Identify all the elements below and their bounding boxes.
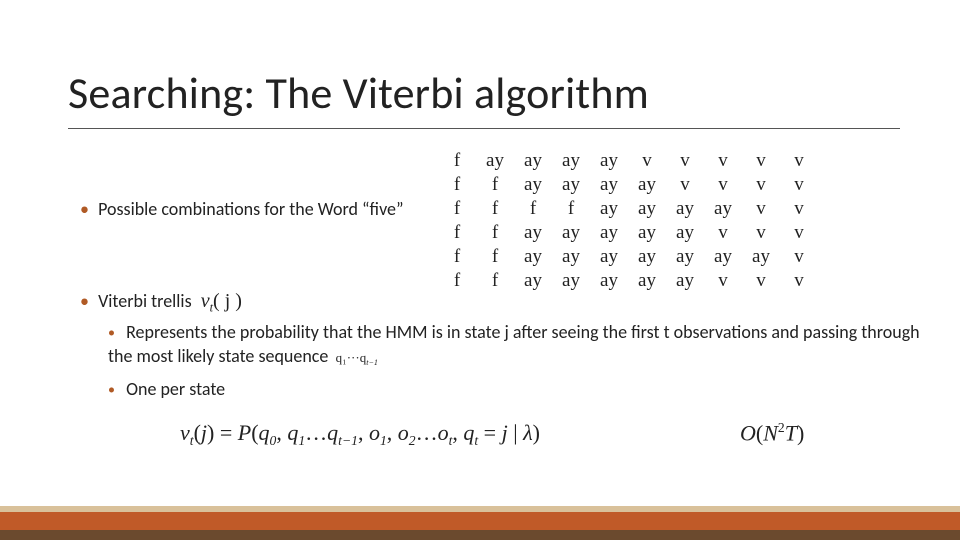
table-cell: ay <box>590 246 628 270</box>
title-block: Searching: The Viterbi algorithm <box>68 66 900 137</box>
math-sub: t−1 <box>366 358 378 367</box>
bullet-dot-icon: • <box>80 290 94 312</box>
math-arg: ( j ) <box>213 290 242 312</box>
table-cell: v <box>704 270 742 294</box>
table-cell: f <box>438 174 476 198</box>
table-cell: f <box>514 198 552 222</box>
table-cell: ay <box>704 246 742 270</box>
table-cell: v <box>780 150 818 174</box>
math-vtj: vt( j ) <box>196 290 242 312</box>
bullet-text: Viterbi trellis <box>98 290 192 312</box>
table-cell: ay <box>552 222 590 246</box>
table-cell: f <box>438 150 476 174</box>
table-cell: ay <box>476 150 514 174</box>
table-cell: ay <box>552 174 590 198</box>
table-cell: f <box>476 198 514 222</box>
bullet-possible-combinations: • Possible combinations for the Word “fi… <box>80 198 404 220</box>
table-row: ffayayayayayvvv <box>438 270 818 294</box>
table-cell: v <box>780 198 818 222</box>
math-sym: q₁···q <box>336 350 367 365</box>
table-cell: v <box>780 246 818 270</box>
bullet-text: Represents the probability that the HMM … <box>108 321 920 367</box>
table-cell: f <box>438 198 476 222</box>
table-row: ffffayayayayvv <box>438 198 818 222</box>
table-cell: ay <box>514 174 552 198</box>
table-cell: ay <box>742 246 780 270</box>
table-cell: ay <box>514 222 552 246</box>
table-cell: v <box>780 174 818 198</box>
table-cell: ay <box>628 270 666 294</box>
slide-title: Searching: The Viterbi algorithm <box>68 66 900 120</box>
table-row: ffayayayayayayayv <box>438 246 818 270</box>
table-cell: f <box>438 270 476 294</box>
bullet-dot-icon: • <box>108 381 122 398</box>
bullet-text: One per state <box>126 378 225 400</box>
combinations-table: fayayayayvvvvvffayayayayvvvvffffayayayay… <box>438 150 818 294</box>
band-brown <box>0 530 960 540</box>
table-cell: ay <box>514 270 552 294</box>
table-cell: v <box>704 222 742 246</box>
table-cell: v <box>742 150 780 174</box>
table-cell: f <box>438 222 476 246</box>
math-qseq: q₁···qt−1 <box>332 350 377 365</box>
footer-band <box>0 506 960 540</box>
band-orange <box>0 512 960 530</box>
table-cell: ay <box>552 270 590 294</box>
bullet-dot-icon: • <box>108 324 122 343</box>
table-cell: v <box>704 174 742 198</box>
table-cell: ay <box>552 150 590 174</box>
bullet-description: • Represents the probability that the HM… <box>108 320 920 369</box>
bullet-dot-icon: • <box>80 198 94 220</box>
table-row: ffayayayayvvvv <box>438 174 818 198</box>
table-cell: ay <box>666 222 704 246</box>
table-cell: v <box>666 174 704 198</box>
table-row: fayayayayvvvvv <box>438 150 818 174</box>
table-cell: f <box>438 246 476 270</box>
table-cell: v <box>742 270 780 294</box>
table-cell: v <box>704 150 742 174</box>
table-cell: v <box>742 174 780 198</box>
table-cell: f <box>476 222 514 246</box>
table-cell: ay <box>590 198 628 222</box>
table-cell: ay <box>514 246 552 270</box>
table-cell: f <box>476 270 514 294</box>
table-cell: f <box>476 246 514 270</box>
bullet-one-per-state: • One per state <box>108 378 225 400</box>
table-cell: ay <box>666 198 704 222</box>
math-sym: v <box>201 290 210 312</box>
table-cell: ay <box>628 222 666 246</box>
bullet-viterbi-trellis: • Viterbi trellis vt( j ) <box>80 290 242 315</box>
table-cell: ay <box>628 198 666 222</box>
slide: Searching: The Viterbi algorithm fayayay… <box>0 0 960 540</box>
bullet-text: Possible combinations for the Word “five… <box>98 198 403 220</box>
table-cell: f <box>552 198 590 222</box>
table-cell: f <box>476 174 514 198</box>
table-cell: ay <box>590 174 628 198</box>
table-cell: ay <box>514 150 552 174</box>
equation-bigO: O(N2T) <box>740 420 804 446</box>
table-cell: ay <box>666 270 704 294</box>
table-cell: v <box>666 150 704 174</box>
equation-row: vt(j) = P(q0, q1…qt−1, o1, o2…ot, qt = j… <box>180 420 900 449</box>
table-cell: ay <box>704 198 742 222</box>
table-row: ffayayayayayvvv <box>438 222 818 246</box>
table-cell: ay <box>590 150 628 174</box>
table-cell: v <box>742 222 780 246</box>
table-cell: ay <box>628 246 666 270</box>
table-cell: ay <box>666 246 704 270</box>
table-cell: v <box>780 270 818 294</box>
table-cell: v <box>742 198 780 222</box>
table-cell: v <box>780 222 818 246</box>
equation-main: vt(j) = P(q0, q1…qt−1, o1, o2…ot, qt = j… <box>180 420 540 449</box>
table-cell: ay <box>628 174 666 198</box>
table-cell: ay <box>552 246 590 270</box>
table-cell: ay <box>590 270 628 294</box>
table-cell: v <box>628 150 666 174</box>
title-rule <box>68 128 900 129</box>
table-cell: ay <box>590 222 628 246</box>
